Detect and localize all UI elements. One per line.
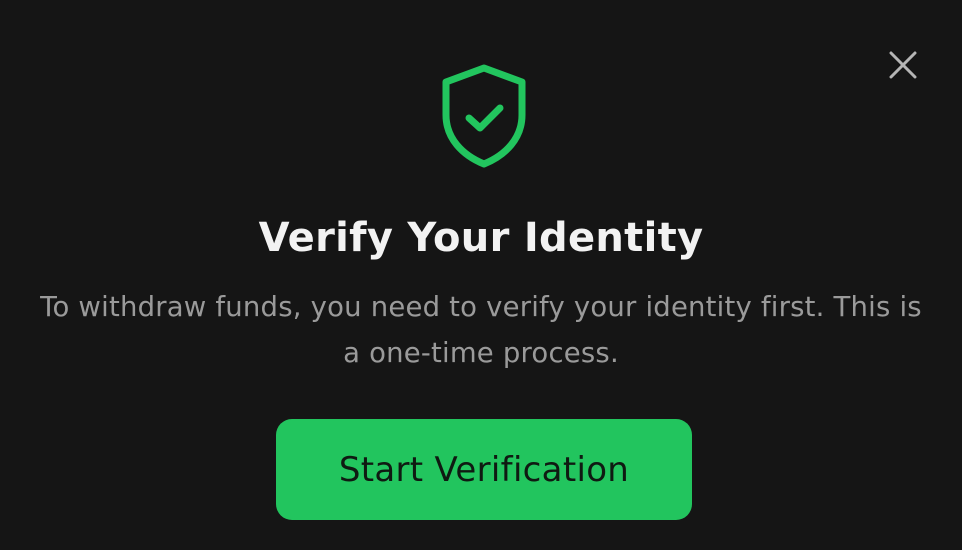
dialog-description: To withdraw funds, you need to verify yo… <box>40 291 922 369</box>
start-verification-button[interactable]: Start Verification <box>276 419 692 520</box>
close-icon <box>889 51 917 79</box>
close-button[interactable] <box>884 46 922 84</box>
dialog-title: Verify Your Identity <box>258 215 704 261</box>
shield-check-icon <box>442 64 526 168</box>
verify-identity-dialog: Verify Your Identity To withdraw funds, … <box>0 0 962 550</box>
